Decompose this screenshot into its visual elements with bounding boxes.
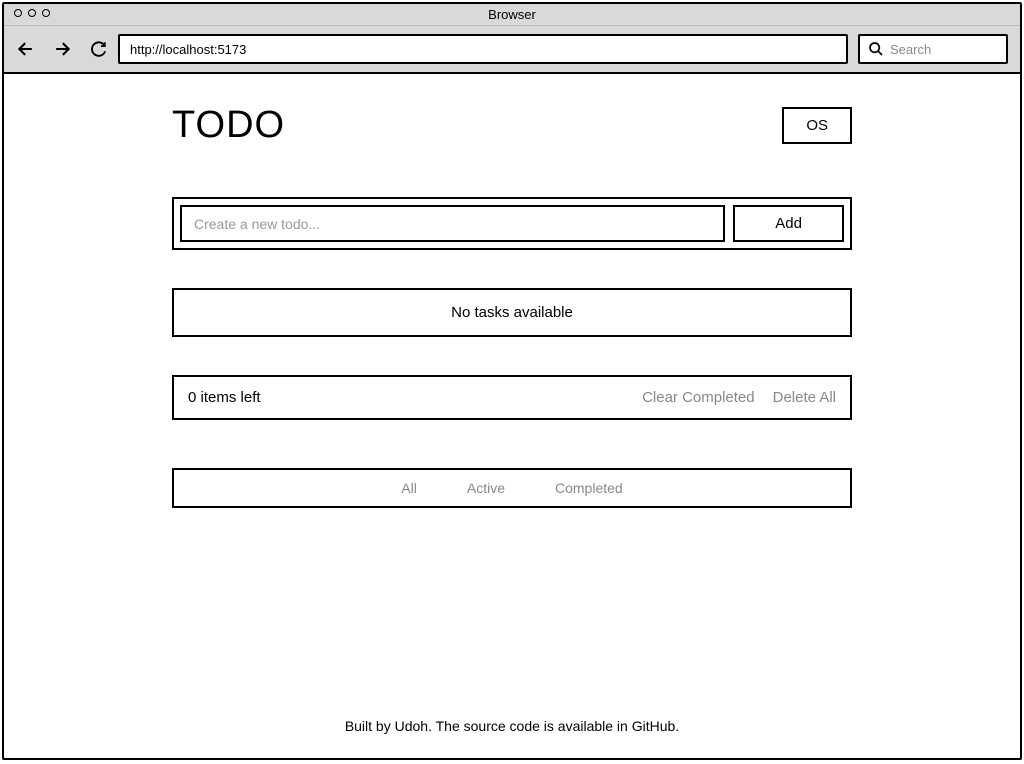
window-close-icon[interactable] <box>14 9 22 17</box>
browser-search-box[interactable] <box>858 34 1008 64</box>
url-bar[interactable]: http://localhost:5173 <box>118 34 848 64</box>
window-title: Browser <box>488 7 536 22</box>
filter-all[interactable]: All <box>401 480 417 496</box>
reload-icon <box>89 40 107 58</box>
search-icon <box>868 41 884 57</box>
delete-all-button[interactable]: Delete All <box>773 389 836 406</box>
footer-text: Built by Udoh. The source code is availa… <box>345 718 679 734</box>
empty-message: No tasks available <box>451 304 573 321</box>
url-text: http://localhost:5173 <box>130 42 246 57</box>
browser-window: Browser http://localhost:5173 <box>2 2 1022 760</box>
page-title: TODO <box>172 104 285 147</box>
footer: Built by Udoh. The source code is availa… <box>4 718 1020 734</box>
add-button[interactable]: Add <box>733 205 844 242</box>
page-content: TODO OS Add No tasks available 0 items l… <box>4 74 1020 758</box>
window-minimize-icon[interactable] <box>28 9 36 17</box>
window-maximize-icon[interactable] <box>42 9 50 17</box>
filter-active[interactable]: Active <box>467 480 505 496</box>
arrow-left-icon <box>16 39 36 59</box>
window-controls[interactable] <box>14 9 50 17</box>
forward-button[interactable] <box>52 39 72 59</box>
back-button[interactable] <box>16 39 36 59</box>
filter-bar: All Active Completed <box>172 468 852 508</box>
os-button[interactable]: OS <box>782 107 852 144</box>
arrow-right-icon <box>52 39 72 59</box>
reload-button[interactable] <box>88 39 108 59</box>
status-bar: 0 items left Clear Completed Delete All <box>172 375 852 420</box>
create-todo-row: Add <box>172 197 852 250</box>
items-left-label: 0 items left <box>188 389 261 406</box>
filter-completed[interactable]: Completed <box>555 480 623 496</box>
browser-search-input[interactable] <box>890 42 998 57</box>
clear-completed-button[interactable]: Clear Completed <box>642 389 755 406</box>
titlebar: Browser <box>4 4 1020 26</box>
create-todo-input[interactable] <box>180 205 725 242</box>
empty-state: No tasks available <box>172 288 852 337</box>
browser-toolbar: http://localhost:5173 <box>4 26 1020 74</box>
